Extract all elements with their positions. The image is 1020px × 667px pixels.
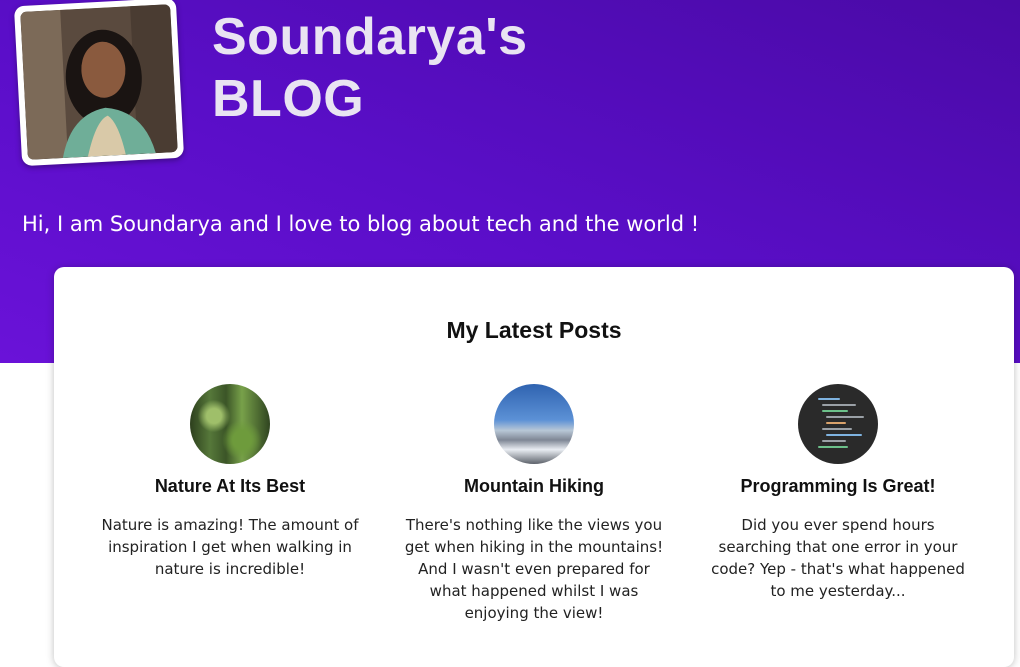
latest-posts-card: My Latest Posts Nature At Its Best Natur… [54, 267, 1014, 667]
post-title[interactable]: Nature At Its Best [95, 476, 365, 497]
post-excerpt: Did you ever spend hours searching that … [711, 516, 965, 600]
post-thumbnail-code[interactable] [798, 384, 878, 464]
post-excerpt: Nature is amazing! The amount of inspira… [101, 516, 359, 578]
post-card[interactable]: Programming Is Great! Did you ever spend… [703, 384, 973, 602]
post-thumbnail-mountain[interactable] [494, 384, 574, 464]
post-title[interactable]: Programming Is Great! [703, 476, 973, 497]
portrait-image [20, 4, 178, 160]
post-card[interactable]: Nature At Its Best Nature is amazing! Th… [95, 384, 365, 580]
site-title-line-1: Soundarya's [212, 8, 528, 66]
profile-photo-frame [13, 0, 185, 167]
post-card[interactable]: Mountain Hiking There's nothing like the… [399, 384, 669, 624]
profile-photo [20, 4, 178, 160]
site-title-line-2: BLOG [212, 70, 365, 128]
intro-text: Hi, I am Soundarya and I love to blog ab… [22, 212, 700, 236]
latest-posts-heading: My Latest Posts [446, 317, 622, 343]
post-title[interactable]: Mountain Hiking [399, 476, 669, 497]
post-thumbnail-forest[interactable] [190, 384, 270, 464]
site-title: Soundarya's BLOG [212, 6, 528, 130]
post-excerpt: There's nothing like the views you get w… [404, 516, 664, 622]
